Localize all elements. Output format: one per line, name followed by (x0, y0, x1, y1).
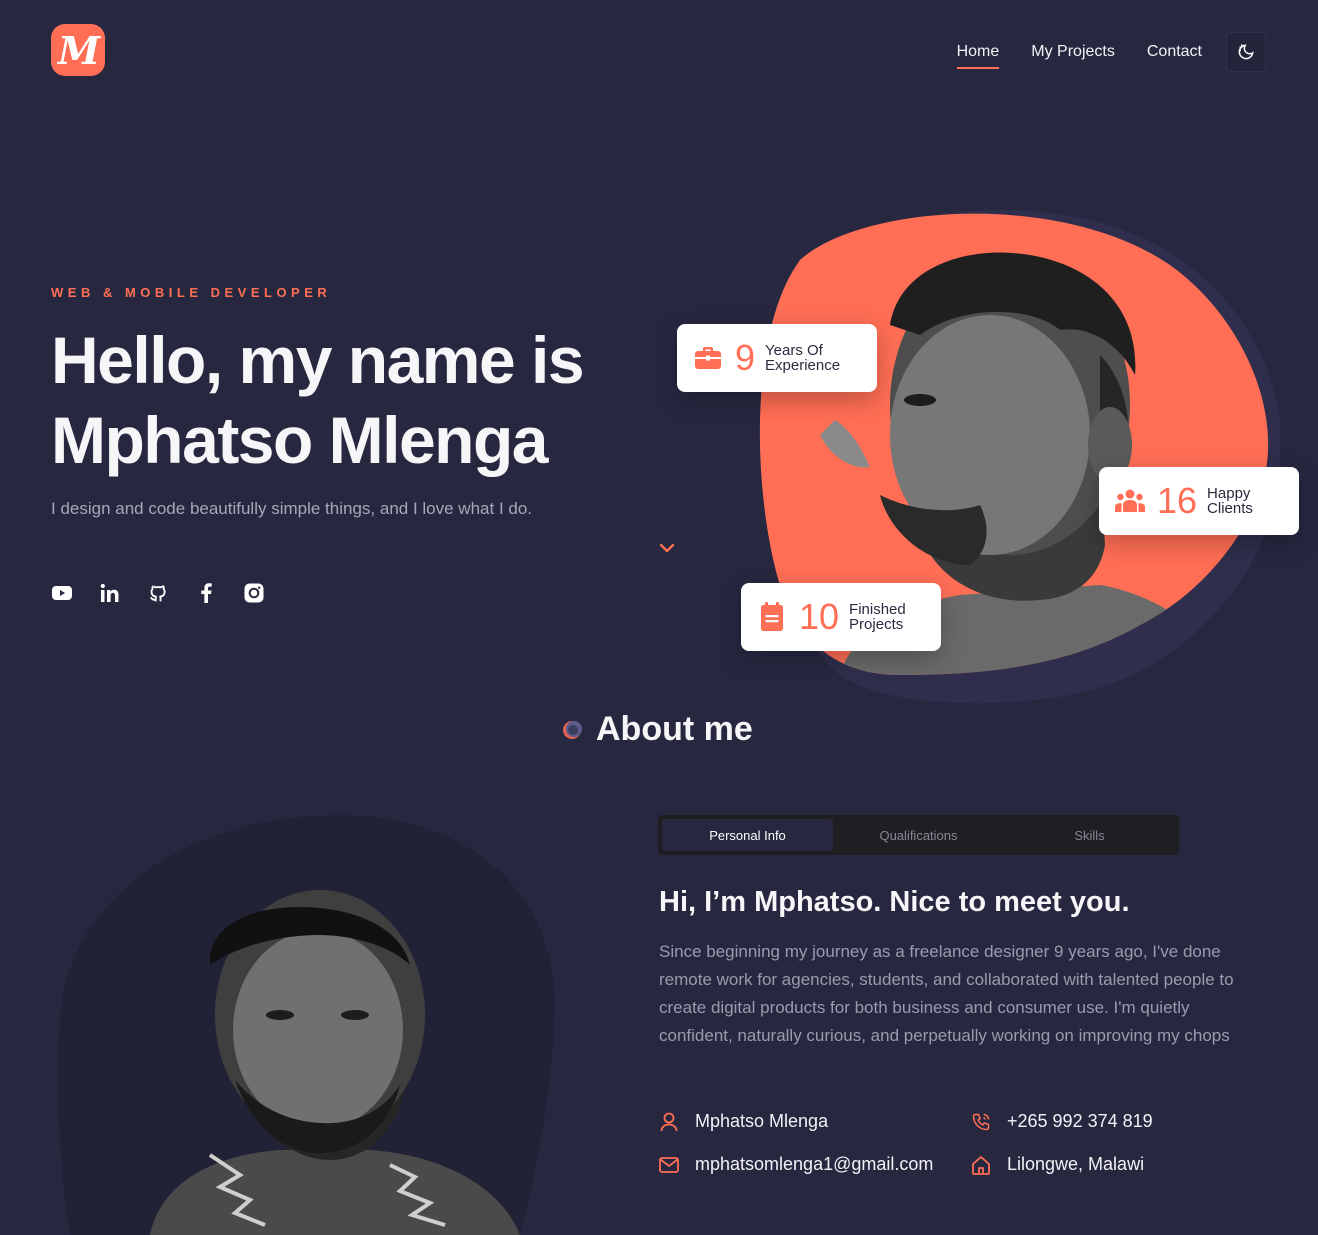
stat-card-experience: 9 Years Of Experience (677, 324, 877, 392)
stat-label: Finished Projects (849, 602, 906, 632)
personal-info-list: Mphatso Mlenga +265 992 374 819 mphatsom… (659, 1111, 1219, 1175)
stat-label: Happy Clients (1207, 486, 1253, 516)
info-phone-value[interactable]: +265 992 374 819 (1007, 1111, 1153, 1132)
mail-icon (659, 1156, 679, 1173)
about-portrait-blob (58, 815, 556, 1235)
stat-label: Years Of Experience (765, 343, 840, 373)
nav-link-home[interactable]: Home (956, 43, 999, 69)
user-icon (660, 1112, 678, 1131)
about-tabs: Personal Info Qualifications Skills (658, 815, 1179, 855)
nav-link-my-projects[interactable]: My Projects (1031, 43, 1115, 67)
info-phone: +265 992 374 819 (971, 1111, 1219, 1132)
users-icon (1115, 489, 1145, 512)
scroll-down-button[interactable] (656, 538, 678, 558)
stat-label-line2: Experience (765, 357, 841, 374)
tab-personal-info[interactable]: Personal Info (662, 819, 833, 851)
moon-icon (1238, 44, 1254, 60)
stat-card-clients: 16 Happy Clients (1099, 467, 1299, 535)
info-email-value[interactable]: mphatsomlenga1@gmail.com (695, 1154, 933, 1175)
info-name: Mphatso Mlenga (659, 1111, 971, 1132)
chevron-down-icon (659, 543, 675, 553)
stat-label-line2: Clients (1207, 500, 1253, 517)
about-title: About me (596, 710, 753, 748)
stat-label-line1: Happy (1207, 485, 1251, 502)
nav-link-contact[interactable]: Contact (1147, 43, 1202, 67)
linkedin-icon[interactable] (99, 582, 121, 604)
phone-icon (972, 1113, 990, 1130)
github-icon[interactable] (147, 582, 169, 604)
hero-subtitle: I design and code beautifully simple thi… (51, 499, 533, 518)
stat-label-line1: Years Of (765, 342, 823, 359)
about-subtitle: Hi, I’m Mphatso. Nice to meet you. (659, 886, 1130, 918)
about-description: Since beginning my journey as a freelanc… (659, 942, 1234, 1045)
hero-eyebrow: WEB & MOBILE DEVELOPER (51, 285, 332, 300)
about-heading: About me (560, 710, 753, 749)
youtube-icon[interactable] (51, 582, 73, 604)
theme-toggle-button[interactable] (1226, 32, 1266, 72)
facebook-icon[interactable] (195, 582, 217, 604)
stat-label-line1: Finished (849, 601, 906, 618)
info-name-value: Mphatso Mlenga (695, 1111, 829, 1131)
stat-card-projects: 10 Finished Projects (741, 583, 941, 651)
briefcase-icon (695, 347, 721, 369)
info-location: Lilongwe, Malawi (971, 1154, 1219, 1175)
clipboard-icon (761, 602, 783, 631)
stat-number: 9 (735, 337, 756, 378)
stat-label-line2: Projects (849, 616, 904, 633)
section-dot-icon (563, 720, 582, 739)
stat-number: 16 (1157, 480, 1198, 521)
tab-skills[interactable]: Skills (1004, 819, 1175, 851)
hero-title: Hello, my name is Mphatso Mlenga (51, 323, 585, 477)
logo[interactable]: M (51, 24, 105, 76)
stat-number: 10 (799, 596, 840, 637)
social-links (51, 582, 265, 604)
instagram-icon[interactable] (243, 582, 265, 604)
tab-qualifications[interactable]: Qualifications (833, 819, 1004, 851)
info-location-value: Lilongwe, Malawi (1007, 1154, 1145, 1174)
main-nav: Home My Projects Contact (956, 32, 1266, 72)
info-email: mphatsomlenga1@gmail.com (659, 1154, 971, 1175)
home-icon (972, 1155, 990, 1175)
